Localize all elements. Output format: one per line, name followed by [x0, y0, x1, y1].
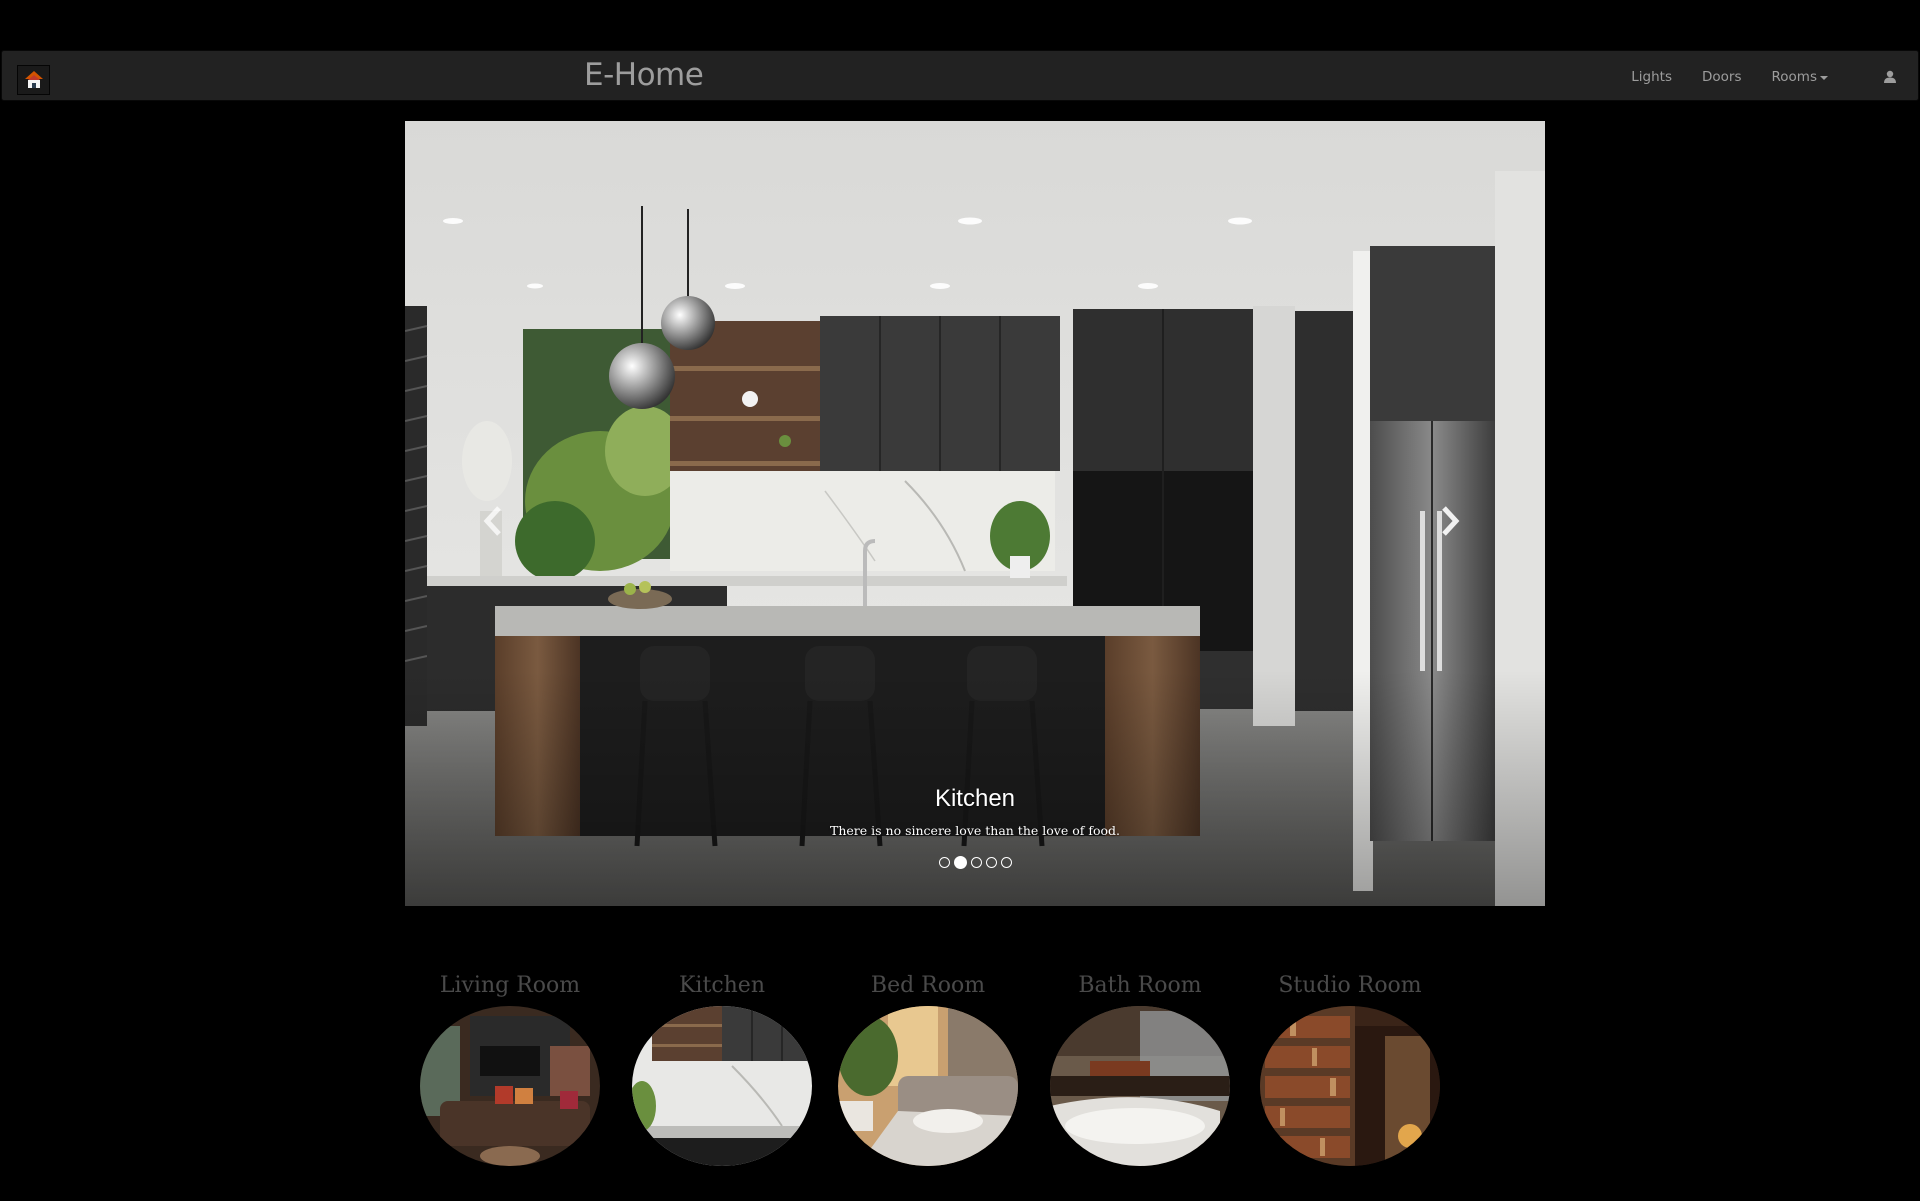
- carousel-prev-button[interactable]: [473, 491, 513, 551]
- bed-room-thumbnail[interactable]: [838, 1006, 1018, 1166]
- nav-item-label: Rooms: [1771, 68, 1817, 85]
- carousel-next-button[interactable]: [1430, 491, 1470, 551]
- room-card-bed-room[interactable]: Bed Room: [828, 970, 1028, 1166]
- carousel-indicator-2[interactable]: [953, 856, 967, 869]
- carousel-caption: Kitchen There is no sincere love than th…: [405, 785, 1545, 838]
- nav-item-label: Doors: [1702, 68, 1742, 85]
- nav-item-label: Lights: [1631, 68, 1673, 85]
- kitchen-thumbnail[interactable]: [632, 1006, 812, 1166]
- caret-down-icon: [1820, 75, 1828, 80]
- room-carousel: Kitchen There is no sincere love than th…: [405, 121, 1545, 906]
- room-label: Living Room: [439, 973, 581, 998]
- top-navbar: E-Home Lights Doors Rooms: [1, 50, 1919, 101]
- room-card-kitchen[interactable]: Kitchen: [622, 970, 822, 1166]
- room-card-studio-room[interactable]: Studio Room: [1250, 970, 1450, 1166]
- user-menu-button[interactable]: [1883, 70, 1897, 84]
- caption-text: There is no sincere love than the love o…: [830, 823, 1120, 838]
- room-label: Bed Room: [870, 973, 986, 998]
- living-room-thumbnail[interactable]: [420, 1006, 600, 1166]
- room-card-bath-room[interactable]: Bath Room: [1040, 970, 1240, 1166]
- app-title[interactable]: E-Home: [584, 57, 704, 93]
- room-card-living-room[interactable]: Living Room: [410, 970, 610, 1166]
- nav-item-rooms-dropdown[interactable]: Rooms: [1757, 69, 1843, 85]
- carousel-indicator-1[interactable]: [938, 857, 950, 868]
- room-label: Kitchen: [679, 973, 765, 998]
- nav-item-lights[interactable]: Lights: [1616, 69, 1687, 85]
- home-logo-icon[interactable]: [17, 65, 50, 95]
- chevron-right-icon: [1442, 506, 1460, 536]
- carousel-indicator-4[interactable]: [985, 857, 997, 868]
- carousel-indicators: [405, 856, 1545, 869]
- carousel-indicator-5[interactable]: [1000, 857, 1012, 868]
- caption-title: Kitchen: [934, 785, 1016, 812]
- carousel-indicator-3[interactable]: [970, 857, 982, 868]
- user-icon: [1884, 70, 1896, 83]
- chevron-left-icon: [483, 506, 501, 536]
- nav-menu: Lights Doors Rooms: [1616, 51, 1918, 102]
- nav-item-doors[interactable]: Doors: [1687, 69, 1757, 85]
- room-label: Bath Room: [1078, 973, 1202, 998]
- room-label: Studio Room: [1278, 973, 1422, 998]
- bath-room-thumbnail[interactable]: [1050, 1006, 1230, 1166]
- studio-room-thumbnail[interactable]: [1260, 1006, 1440, 1166]
